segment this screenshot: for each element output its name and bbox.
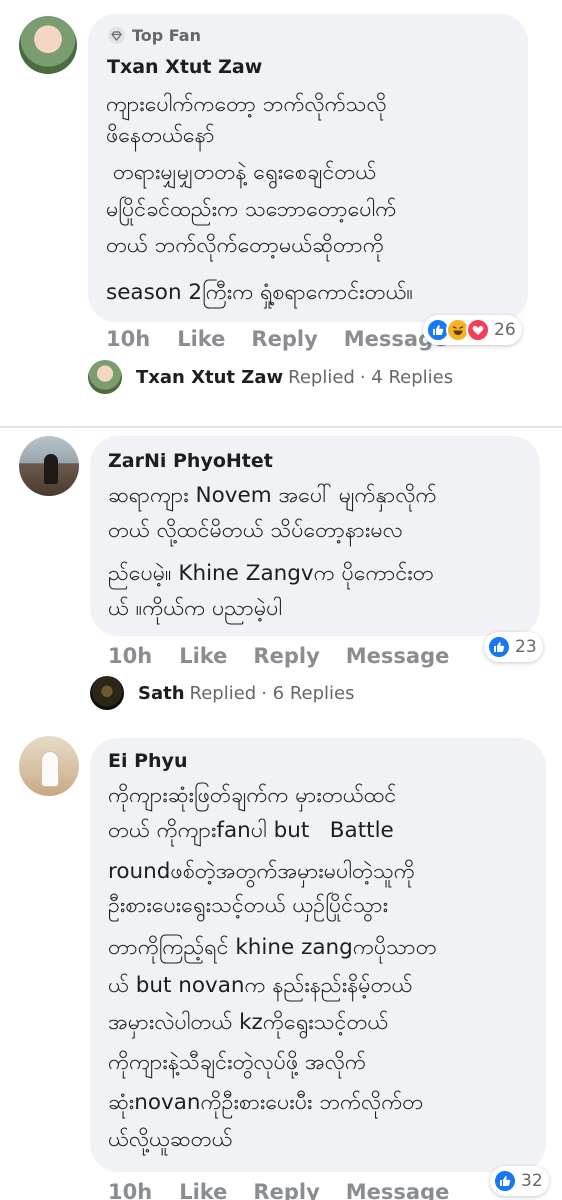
reaction-summary[interactable]: 32 <box>490 1166 549 1196</box>
timestamp: 10h <box>108 1180 153 1200</box>
comment-text-line-7: အမှားလဲပါတယ် kzကိုရွေးသင့်တယ် <box>108 1010 389 1035</box>
comment-text-line-1: ကိုကျားဆုံးဖြတ်ချက်က မှားတယ်ထင် <box>108 783 397 808</box>
comment-text-line-10: ယ်လို့ယူဆတယ် <box>108 1127 233 1152</box>
comment-text-line-5: တာကိုကြည့်ရင် khine zangကပိုသာတ <box>108 935 437 960</box>
comment-text-line-3: roundဖစ်တဲ့အတွက်အမှားမပါတဲ့သူကို <box>108 859 415 884</box>
reaction-count: 32 <box>521 1171 543 1191</box>
like-button[interactable]: Like <box>179 1180 227 1200</box>
comment-author[interactable]: Ei Phyu <box>108 750 187 772</box>
comment-text-line-8: ကိုကျားနဲ့သီချင်းတွဲလုပ်ဖို့ အလိုက် <box>108 1050 366 1075</box>
comment-text-line-6: ယ် but novanက နည်းနည်းနိမ့်တယ် <box>108 973 413 998</box>
comment-3: Ei Phyu ကိုကျားဆုံးဖြတ်ချက်က မှားတယ်ထင် … <box>0 0 562 1200</box>
comment-text-line-9: ဆုံးnovanကိုဦးစားပေးပီး ဘက်လိုက်တ <box>108 1090 424 1115</box>
comment-text-line-2: တယ် ကိုကျားfanပါ but Battle <box>108 818 394 843</box>
comment-actions: 10h Like Reply Message <box>108 1180 449 1200</box>
comment-text-line-4: ဦးစားပေးရွေးသင့်တယ် ယှဉ်ပြိုင်သွား <box>108 893 389 918</box>
message-button[interactable]: Message <box>346 1180 450 1200</box>
reply-button[interactable]: Reply <box>253 1180 319 1200</box>
avatar-figure <box>42 752 58 786</box>
like-reaction-icon <box>493 1169 517 1193</box>
commenter-avatar[interactable] <box>19 736 79 796</box>
